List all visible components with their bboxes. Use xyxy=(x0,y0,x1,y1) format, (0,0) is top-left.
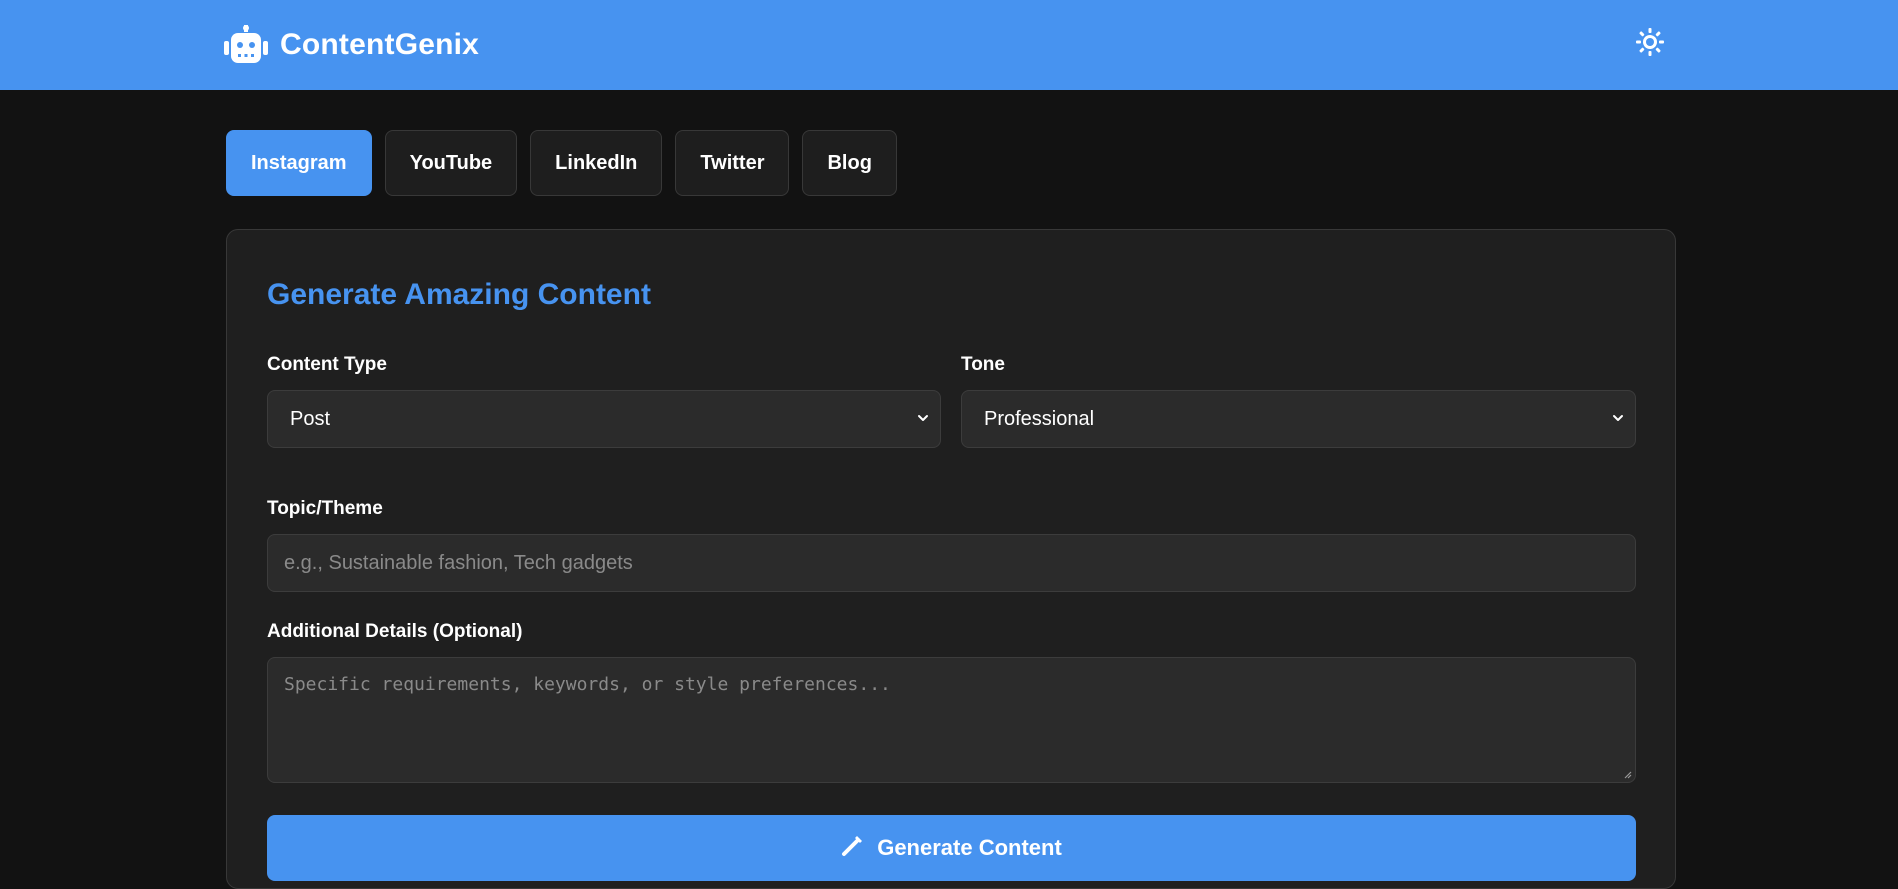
details-label: Additional Details (Optional) xyxy=(267,621,523,642)
chevron-down-icon xyxy=(1613,415,1623,421)
tone-label: Tone xyxy=(961,354,1005,375)
app-name: ContentGenix xyxy=(280,28,480,61)
content-type-label: Content Type xyxy=(267,354,387,375)
generate-content-button[interactable]: Generate Content xyxy=(267,815,1636,881)
details-field xyxy=(267,657,1636,783)
sun-icon xyxy=(1636,27,1664,61)
generate-button-label: Generate Content xyxy=(877,835,1062,860)
tab-blog[interactable]: Blog xyxy=(802,130,897,196)
resize-handle-icon[interactable] xyxy=(1622,769,1632,779)
platform-tabs: Instagram YouTube LinkedIn Twitter Blog xyxy=(226,130,897,196)
topic-label: Topic/Theme xyxy=(267,498,383,519)
content-type-select[interactable]: Post xyxy=(267,390,941,448)
chevron-down-icon xyxy=(918,415,928,421)
topic-field xyxy=(267,534,1636,592)
robot-icon xyxy=(224,25,268,65)
topic-input[interactable] xyxy=(284,551,1619,575)
tone-select[interactable]: Professional xyxy=(961,390,1636,448)
content-type-value: Post xyxy=(290,407,331,430)
generator-card: Generate Amazing Content Content Type Po… xyxy=(226,229,1676,889)
brand[interactable]: ContentGenix xyxy=(224,25,479,65)
details-textarea[interactable] xyxy=(284,674,1619,766)
tab-linkedin[interactable]: LinkedIn xyxy=(530,130,663,196)
form-title: Generate Amazing Content xyxy=(267,278,651,311)
app-header: ContentGenix xyxy=(0,0,1898,90)
tab-instagram[interactable]: Instagram xyxy=(226,130,372,196)
tab-youtube[interactable]: YouTube xyxy=(384,130,518,196)
theme-toggle-button[interactable] xyxy=(1634,27,1666,61)
tone-value: Professional xyxy=(984,407,1095,430)
tab-twitter[interactable]: Twitter xyxy=(675,130,790,196)
